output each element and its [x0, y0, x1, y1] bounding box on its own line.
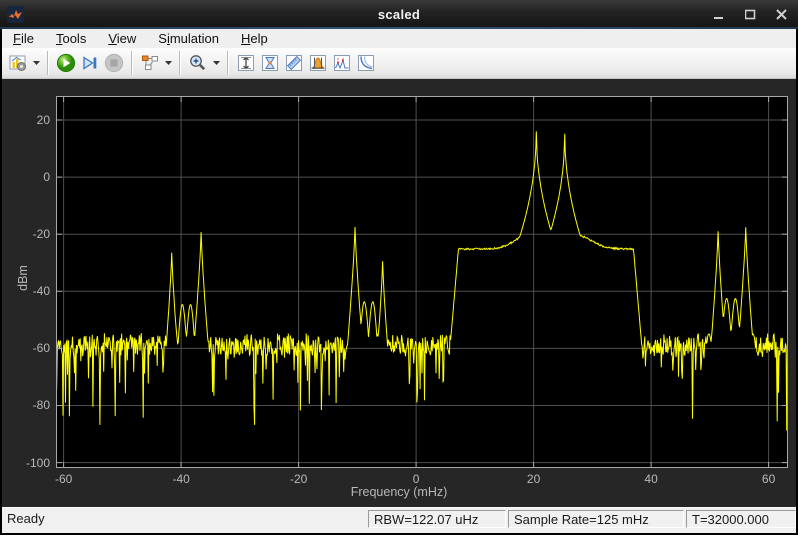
- toolbar-separator: [227, 51, 229, 75]
- status-sample-rate: Sample Rate=125 mHz: [508, 510, 684, 528]
- window-titlebar[interactable]: scaled: [0, 0, 798, 29]
- spectrum-scope-area: -60-40-200204060200-20-40-60-80-100 Freq…: [2, 79, 796, 507]
- y-axis-label: dBm: [16, 263, 30, 293]
- peak-finder-button[interactable]: [330, 51, 354, 75]
- status-bar: Ready RBW=122.07 uHz Sample Rate=125 mHz…: [2, 507, 796, 533]
- toolbar-separator: [47, 51, 49, 75]
- ccdf-measurements-button[interactable]: [354, 51, 378, 75]
- x-tick-label: 20: [514, 472, 554, 486]
- window-title: scaled: [0, 7, 798, 22]
- y-tick-label: 20: [6, 113, 50, 127]
- menu-bar: FileToolsViewSimulationHelp: [2, 29, 796, 48]
- ruler-measurements-button[interactable]: [282, 51, 306, 75]
- x-tick-label: 0: [396, 472, 436, 486]
- spectrum-analyzer-window: { "window": { "title": "scaled", "icon":…: [0, 0, 798, 535]
- y-tick-label: 0: [6, 170, 50, 184]
- cursor-measurements-button[interactable]: [258, 51, 282, 75]
- step-forward-button[interactable]: [78, 51, 102, 75]
- zoom-in-button[interactable]: [186, 51, 210, 75]
- maximize-button[interactable]: [743, 8, 757, 20]
- x-tick-label: -40: [161, 472, 201, 486]
- x-tick-label: 60: [749, 472, 789, 486]
- spectrum-settings-button[interactable]: [6, 51, 30, 75]
- minimize-button[interactable]: [712, 8, 726, 20]
- toolbar-separator: [179, 51, 181, 75]
- y-tick-label: -80: [6, 398, 50, 412]
- menu-item-simulation[interactable]: Simulation: [147, 30, 230, 48]
- menu-item-file[interactable]: File: [2, 30, 45, 48]
- x-tick-label: -20: [279, 472, 319, 486]
- channel-measurements-button[interactable]: [306, 51, 330, 75]
- simulink-blocks-button[interactable]: [138, 51, 162, 75]
- menu-item-tools[interactable]: Tools: [45, 30, 97, 48]
- simulink-dropdown-caret-icon[interactable]: [162, 51, 174, 75]
- menu-item-view[interactable]: View: [97, 30, 147, 48]
- status-rbw: RBW=122.07 uHz: [368, 510, 506, 528]
- x-tick-label: 40: [631, 472, 671, 486]
- scale-y-axis-button[interactable]: [234, 51, 258, 75]
- spectrum-settings-dropdown-caret-icon[interactable]: [30, 51, 42, 75]
- close-button[interactable]: [774, 8, 788, 20]
- x-tick-label: -60: [44, 472, 84, 486]
- stop-button[interactable]: [102, 51, 126, 75]
- y-tick-label: -20: [6, 227, 50, 241]
- spectrum-plot[interactable]: [56, 96, 788, 468]
- y-tick-label: -60: [6, 341, 50, 355]
- zoom-dropdown-caret-icon[interactable]: [210, 51, 222, 75]
- toolbar-separator: [131, 51, 133, 75]
- x-axis-label: Frequency (mHz): [2, 485, 796, 499]
- run-button[interactable]: [54, 51, 78, 75]
- y-tick-label: -100: [6, 456, 50, 470]
- toolbar: [2, 48, 796, 79]
- status-time: T=32000.000: [686, 510, 796, 528]
- menu-item-help[interactable]: Help: [230, 30, 279, 48]
- status-ready: Ready: [7, 511, 45, 526]
- plot-background: [56, 96, 788, 468]
